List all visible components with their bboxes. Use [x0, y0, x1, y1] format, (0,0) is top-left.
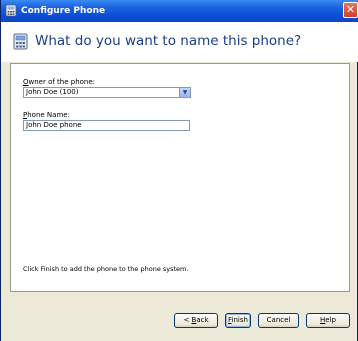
cancel-button[interactable]: Cancel	[258, 313, 299, 328]
owner-label: Owner of the phone:	[23, 78, 95, 86]
phone-name-input[interactable]: John Doe phone	[23, 120, 190, 131]
owner-select-value: John Doe (100)	[26, 88, 79, 96]
help-button-text: elp	[325, 316, 336, 324]
help-button[interactable]: Help	[306, 313, 350, 328]
cancel-button-text: Cancel	[266, 316, 291, 324]
finish-button-text: inish	[231, 316, 248, 324]
wizard-header: What do you want to name this phone?	[1, 22, 358, 62]
info-text: Click Finish to add the phone to the pho…	[23, 265, 189, 273]
finish-button[interactable]: Finish	[225, 313, 251, 328]
owner-label-text: wner of the phone:	[28, 78, 96, 86]
page-title: What do you want to name this phone?	[35, 33, 302, 49]
title-bar[interactable]: Configure Phone ✕	[1, 0, 358, 22]
owner-select[interactable]: John Doe (100) ▼	[23, 87, 191, 98]
phone-icon	[13, 33, 28, 50]
close-button[interactable]: ✕	[343, 2, 358, 18]
close-icon: ✕	[345, 3, 356, 16]
configure-phone-window: Configure Phone ✕ What do you want to na…	[0, 0, 358, 341]
back-button[interactable]: < Back	[174, 313, 218, 328]
phone-app-icon	[5, 4, 17, 17]
back-button-text: ack	[196, 316, 209, 324]
phone-name-label: Phone Name:	[23, 111, 70, 119]
back-button-prefix: <	[183, 316, 192, 324]
window-title: Configure Phone	[21, 6, 106, 16]
chevron-down-icon[interactable]: ▼	[179, 88, 190, 97]
phone-name-value: John Doe phone	[26, 121, 82, 129]
phone-name-label-text: hone Name:	[27, 111, 70, 119]
